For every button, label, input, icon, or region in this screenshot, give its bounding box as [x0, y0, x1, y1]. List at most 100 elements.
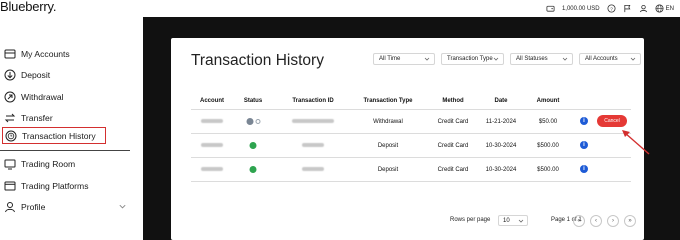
column-header[interactable]: Transaction ID	[292, 98, 333, 104]
sidebar-item-label: Transfer	[21, 112, 53, 123]
sidebar-item-deposit[interactable]: Deposit	[4, 66, 50, 83]
status-filter-value: All Statuses	[516, 56, 548, 62]
history-icon	[5, 130, 17, 141]
column-header[interactable]: Amount	[537, 98, 560, 104]
transaction-id-cell	[302, 167, 324, 173]
amount-cell: $500.00	[537, 143, 559, 149]
column-header[interactable]: Method	[442, 98, 463, 104]
first-page-button[interactable]: «	[573, 215, 585, 227]
chevron-down-icon	[562, 57, 568, 61]
type-cell: Deposit	[377, 167, 399, 173]
approved-status-icon	[249, 142, 257, 149]
accounts-filter-select[interactable]: All Accounts	[579, 53, 641, 65]
column-header[interactable]: Transaction Type	[364, 98, 413, 104]
flag-icon[interactable]	[623, 4, 632, 13]
table-divider	[191, 133, 631, 134]
transaction-id-cell	[292, 119, 334, 125]
globe-icon[interactable]	[655, 4, 664, 13]
table-divider	[191, 157, 631, 158]
sidebar-item-trading-room[interactable]: Trading Room	[4, 155, 75, 172]
top-bar: Blueberry. 1,000.00 USD ? EN	[0, 0, 680, 17]
table-row: Deposit Credit Card 10-30-2024 $500.00 i	[191, 135, 631, 157]
chevron-down-icon	[630, 57, 636, 61]
table-divider	[191, 109, 631, 110]
sidebar: My Accounts Deposit Withdrawal Transfer …	[0, 17, 143, 240]
account-cell	[201, 143, 223, 149]
wallet-icon[interactable]	[546, 4, 555, 13]
pending-status-icon	[246, 118, 254, 125]
help-icon[interactable]: ?	[607, 4, 616, 13]
method-cell: Credit Card	[437, 167, 469, 173]
transaction-type-filter-select[interactable]: Transaction Type	[441, 53, 504, 65]
column-header[interactable]: Date	[494, 98, 507, 104]
sidebar-item-trading-platforms[interactable]: Trading Platforms	[4, 177, 89, 194]
next-page-button[interactable]: ›	[607, 215, 619, 227]
sidebar-item-withdrawal[interactable]: Withdrawal	[4, 88, 64, 105]
transfer-icon	[4, 113, 16, 122]
table-row: Deposit Credit Card 10-30-2024 $500.00 i	[191, 159, 631, 181]
chevron-down-icon	[493, 57, 499, 61]
withdrawal-icon	[4, 91, 16, 102]
last-page-button[interactable]: »	[624, 215, 636, 227]
date-cell: 10-30-2024	[485, 143, 517, 149]
transaction-id-cell	[302, 143, 324, 149]
sidebar-item-transaction-history[interactable]: Transaction History	[2, 127, 106, 144]
column-header[interactable]: Status	[244, 98, 262, 104]
sidebar-divider	[0, 150, 130, 151]
type-cell: Withdrawal	[373, 119, 403, 125]
status-ring-icon	[255, 119, 261, 124]
sidebar-item-my-accounts[interactable]: My Accounts	[4, 45, 70, 62]
info-icon[interactable]: i	[580, 165, 588, 173]
sidebar-item-label: Profile	[21, 201, 46, 212]
main-content: Transaction History All Time Transaction…	[143, 17, 680, 240]
rows-per-page-value: 10	[503, 218, 510, 224]
topbar-actions: 1,000.00 USD ? EN	[546, 3, 674, 14]
language-selector[interactable]: EN	[666, 6, 674, 12]
sidebar-item-transfer[interactable]: Transfer	[4, 109, 53, 126]
annotation-arrow-icon	[622, 130, 650, 155]
status-filter-select[interactable]: All Statuses	[510, 53, 573, 65]
column-header[interactable]: Account	[200, 98, 224, 104]
date-cell: 10-30-2024	[485, 167, 517, 173]
table-header: Account Status Transaction ID Transactio…	[191, 98, 631, 108]
sidebar-item-label: Deposit	[21, 69, 51, 80]
sidebar-item-label: Trading Room	[21, 158, 76, 169]
sidebar-item-label: My Accounts	[21, 48, 70, 59]
sidebar-item-label: Withdrawal	[21, 91, 64, 102]
sidebar-item-label: Trading Platforms	[21, 180, 89, 191]
chevron-down-icon	[424, 57, 430, 61]
rows-per-page-label: Rows per page	[450, 217, 491, 223]
svg-text:?: ?	[610, 6, 613, 12]
info-icon[interactable]: i	[580, 141, 588, 149]
trading-room-icon	[4, 159, 16, 169]
rows-per-page-select[interactable]: 10	[498, 215, 528, 226]
accounts-filter-value: All Accounts	[585, 56, 618, 62]
balance-amount[interactable]: 1,000.00 USD	[562, 6, 600, 12]
chevron-down-icon[interactable]	[118, 202, 127, 211]
sidebar-item-label: Transaction History	[22, 130, 96, 141]
date-cell: 11-21-2024	[485, 119, 517, 125]
prev-page-button[interactable]: ‹	[590, 215, 602, 227]
type-filter-value: Transaction Type	[447, 56, 493, 62]
account-cell	[201, 119, 223, 125]
table-divider	[191, 181, 631, 182]
info-icon[interactable]: i	[580, 117, 588, 125]
user-icon[interactable]	[639, 4, 648, 13]
brand-logo[interactable]: Blueberry.	[0, 0, 56, 14]
time-filter-select[interactable]: All Time	[373, 53, 435, 65]
method-cell: Credit Card	[437, 119, 469, 125]
profile-icon	[5, 201, 15, 212]
account-icon	[4, 49, 16, 58]
method-cell: Credit Card	[437, 143, 469, 149]
sidebar-item-profile[interactable]: Profile	[4, 198, 45, 215]
time-filter-value: All Time	[379, 56, 401, 62]
account-cell	[201, 167, 223, 173]
table-row: Withdrawal Credit Card 11-21-2024 $50.00…	[191, 111, 631, 133]
deposit-icon	[4, 69, 16, 80]
amount-cell: $500.00	[537, 167, 559, 173]
platforms-icon	[4, 181, 16, 190]
page-title: Transaction History	[191, 52, 324, 69]
approved-status-icon	[249, 166, 257, 173]
type-cell: Deposit	[377, 143, 399, 149]
transaction-history-card: Transaction History All Time Transaction…	[171, 38, 644, 240]
